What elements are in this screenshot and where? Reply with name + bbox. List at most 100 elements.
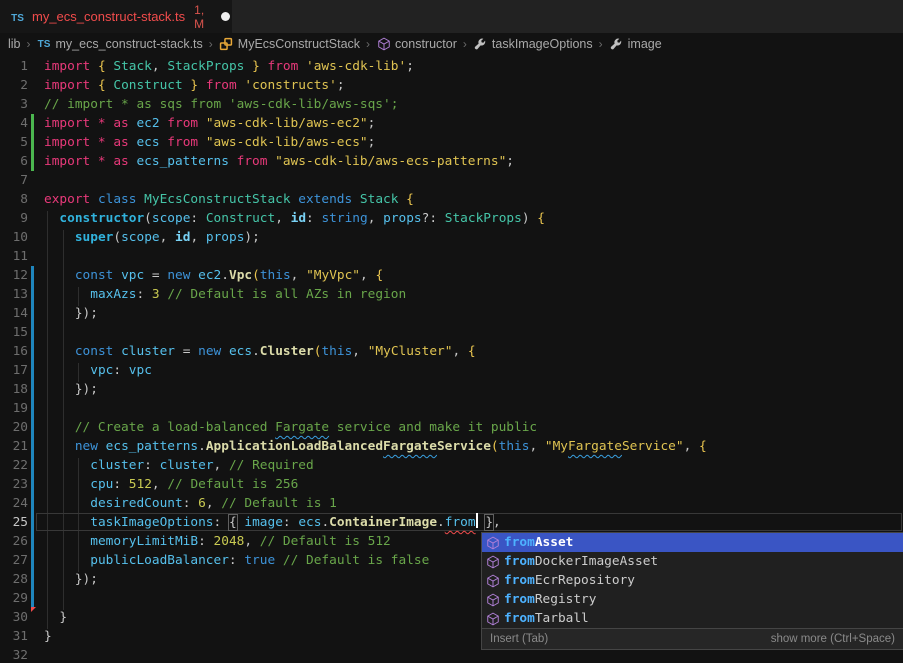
code-line[interactable]: 13 maxAzs: 3 // Default is all AZs in re…	[0, 285, 903, 304]
autocomplete-item-fromAsset[interactable]: fromAsset	[482, 533, 903, 552]
code-line[interactable]: 2import { Construct } from 'constructs';	[0, 76, 903, 95]
line-number: 32	[0, 646, 28, 663]
code-text: vpc: vpc	[44, 361, 152, 380]
code-line[interactable]: 22 cluster: cluster, // Required	[0, 456, 903, 475]
completion-label: Asset	[535, 533, 574, 552]
breadcrumb-item-my-ecs-construct-stack-ts[interactable]: TS my_ecs_construct-stack.ts	[37, 37, 203, 52]
code-editor[interactable]: 1import { Stack, StackProps } from 'aws-…	[0, 55, 903, 663]
line-number: 13	[0, 285, 28, 304]
code-line[interactable]: 19	[0, 399, 903, 418]
code-line[interactable]: 1import { Stack, StackProps } from 'aws-…	[0, 57, 903, 76]
autocomplete-item-fromDockerImageAsset[interactable]: fromDockerImageAsset	[482, 552, 903, 571]
method-icon	[485, 554, 500, 569]
code-text: cluster: cluster, // Required	[44, 456, 314, 475]
gutter-modified-indicator	[31, 418, 34, 437]
code-line[interactable]: 8export class MyEcsConstructStack extend…	[0, 190, 903, 209]
code-line[interactable]: 17 vpc: vpc	[0, 361, 903, 380]
method-icon	[485, 535, 500, 550]
code-text: memoryLimitMiB: 2048, // Default is 512	[44, 532, 391, 551]
code-line[interactable]: 20 // Create a load-balanced Fargate ser…	[0, 418, 903, 437]
gutter-modified-indicator	[31, 513, 34, 532]
code-line[interactable]: 7	[0, 171, 903, 190]
line-number: 18	[0, 380, 28, 399]
code-text: export class MyEcsConstructStack extends…	[44, 190, 414, 209]
code-line[interactable]: 14 });	[0, 304, 903, 323]
autocomplete-footer: Insert (Tab) show more (Ctrl+Space)	[482, 628, 903, 649]
code-text: import * as ecs from "aws-cdk-lib/aws-ec…	[44, 133, 375, 152]
code-line[interactable]: 10 super(scope, id, props);	[0, 228, 903, 247]
code-text: }	[44, 608, 67, 627]
code-text: // Create a load-balanced Fargate servic…	[44, 418, 537, 437]
code-text: });	[44, 304, 98, 323]
line-number: 21	[0, 437, 28, 456]
code-line[interactable]: 11	[0, 247, 903, 266]
line-number: 29	[0, 589, 28, 608]
code-line[interactable]: 6import * as ecs_patterns from "aws-cdk-…	[0, 152, 903, 171]
code-line[interactable]: 25 taskImageOptions: { image: ecs.Contai…	[0, 513, 903, 532]
line-number: 28	[0, 570, 28, 589]
gutter-modified-indicator	[31, 475, 34, 494]
autocomplete-item-fromTarball[interactable]: fromTarball	[482, 609, 903, 628]
code-text: });	[44, 380, 98, 399]
property-icon	[473, 37, 488, 52]
code-line[interactable]: 3// import * as sqs from 'aws-cdk-lib/aw…	[0, 95, 903, 114]
breadcrumb-item-taskimageoptions[interactable]: taskImageOptions	[473, 37, 593, 52]
line-number: 16	[0, 342, 28, 361]
gutter-modified-indicator	[31, 380, 34, 399]
code-text: super(scope, id, props);	[44, 228, 260, 247]
code-line[interactable]: 21 new ecs_patterns.ApplicationLoadBalan…	[0, 437, 903, 456]
show-more-hint[interactable]: show more (Ctrl+Space)	[771, 633, 895, 645]
editor-tab[interactable]: TS my_ecs_construct-stack.ts 1, M	[0, 0, 232, 33]
line-number: 17	[0, 361, 28, 380]
method-icon	[485, 611, 500, 626]
code-line[interactable]: 23 cpu: 512, // Default is 256	[0, 475, 903, 494]
dirty-indicator-dot[interactable]	[221, 12, 230, 21]
autocomplete-list: fromAssetfromDockerImageAssetfromEcrRepo…	[482, 533, 903, 628]
code-line[interactable]: 9 constructor(scope: Construct, id: stri…	[0, 209, 903, 228]
code-line[interactable]: 24 desiredCount: 6, // Default is 1	[0, 494, 903, 513]
property-icon	[609, 37, 624, 52]
completion-label: DockerImageAsset	[535, 552, 658, 571]
breadcrumb-item-constructor[interactable]: constructor	[376, 37, 457, 52]
line-number: 30	[0, 608, 28, 627]
line-number: 9	[0, 209, 28, 228]
code-line[interactable]: 4import * as ec2 from "aws-cdk-lib/aws-e…	[0, 114, 903, 133]
code-line[interactable]: 12 const vpc = new ec2.Vpc(this, "MyVpc"…	[0, 266, 903, 285]
autocomplete-item-fromEcrRepository[interactable]: fromEcrRepository	[482, 571, 903, 590]
breadcrumb-label: lib	[8, 37, 21, 51]
line-number: 27	[0, 551, 28, 570]
code-line[interactable]: 18 });	[0, 380, 903, 399]
breadcrumb-item-myecsconstructstack[interactable]: MyEcsConstructStack	[219, 37, 360, 52]
gutter-modified-indicator	[31, 342, 34, 361]
line-number: 20	[0, 418, 28, 437]
breadcrumb-label: image	[628, 37, 662, 51]
method-icon	[376, 37, 391, 52]
code-text: desiredCount: 6, // Default is 1	[44, 494, 337, 513]
ts-icon: TS	[37, 37, 52, 52]
line-number: 15	[0, 323, 28, 342]
gutter-modified-indicator	[31, 494, 34, 513]
code-line[interactable]: 16 const cluster = new ecs.Cluster(this,…	[0, 342, 903, 361]
code-line[interactable]: 15	[0, 323, 903, 342]
line-number: 3	[0, 95, 28, 114]
code-line[interactable]: 5import * as ecs from "aws-cdk-lib/aws-e…	[0, 133, 903, 152]
code-text: publicLoadBalancer: true // Default is f…	[44, 551, 429, 570]
breadcrumb: lib › TS my_ecs_construct-stack.ts › MyEcsCon…	[0, 33, 903, 55]
breadcrumb-label: my_ecs_construct-stack.ts	[56, 37, 203, 51]
line-number: 22	[0, 456, 28, 475]
breadcrumb-item-image[interactable]: image	[609, 37, 662, 52]
breadcrumb-item-lib[interactable]: lib	[8, 37, 21, 51]
line-number: 10	[0, 228, 28, 247]
breadcrumb-separator: ›	[209, 37, 213, 51]
gutter-modified-indicator	[31, 361, 34, 380]
ts-icon: TS	[10, 11, 25, 26]
breadcrumb-separator: ›	[463, 37, 467, 51]
autocomplete-popup: fromAssetfromDockerImageAssetfromEcrRepo…	[481, 532, 903, 650]
breadcrumb-label: MyEcsConstructStack	[238, 37, 360, 51]
line-number: 2	[0, 76, 28, 95]
code-text: });	[44, 570, 98, 589]
insert-hint: Insert (Tab)	[490, 633, 548, 645]
autocomplete-item-fromRegistry[interactable]: fromRegistry	[482, 590, 903, 609]
method-icon	[485, 592, 500, 607]
line-number: 11	[0, 247, 28, 266]
